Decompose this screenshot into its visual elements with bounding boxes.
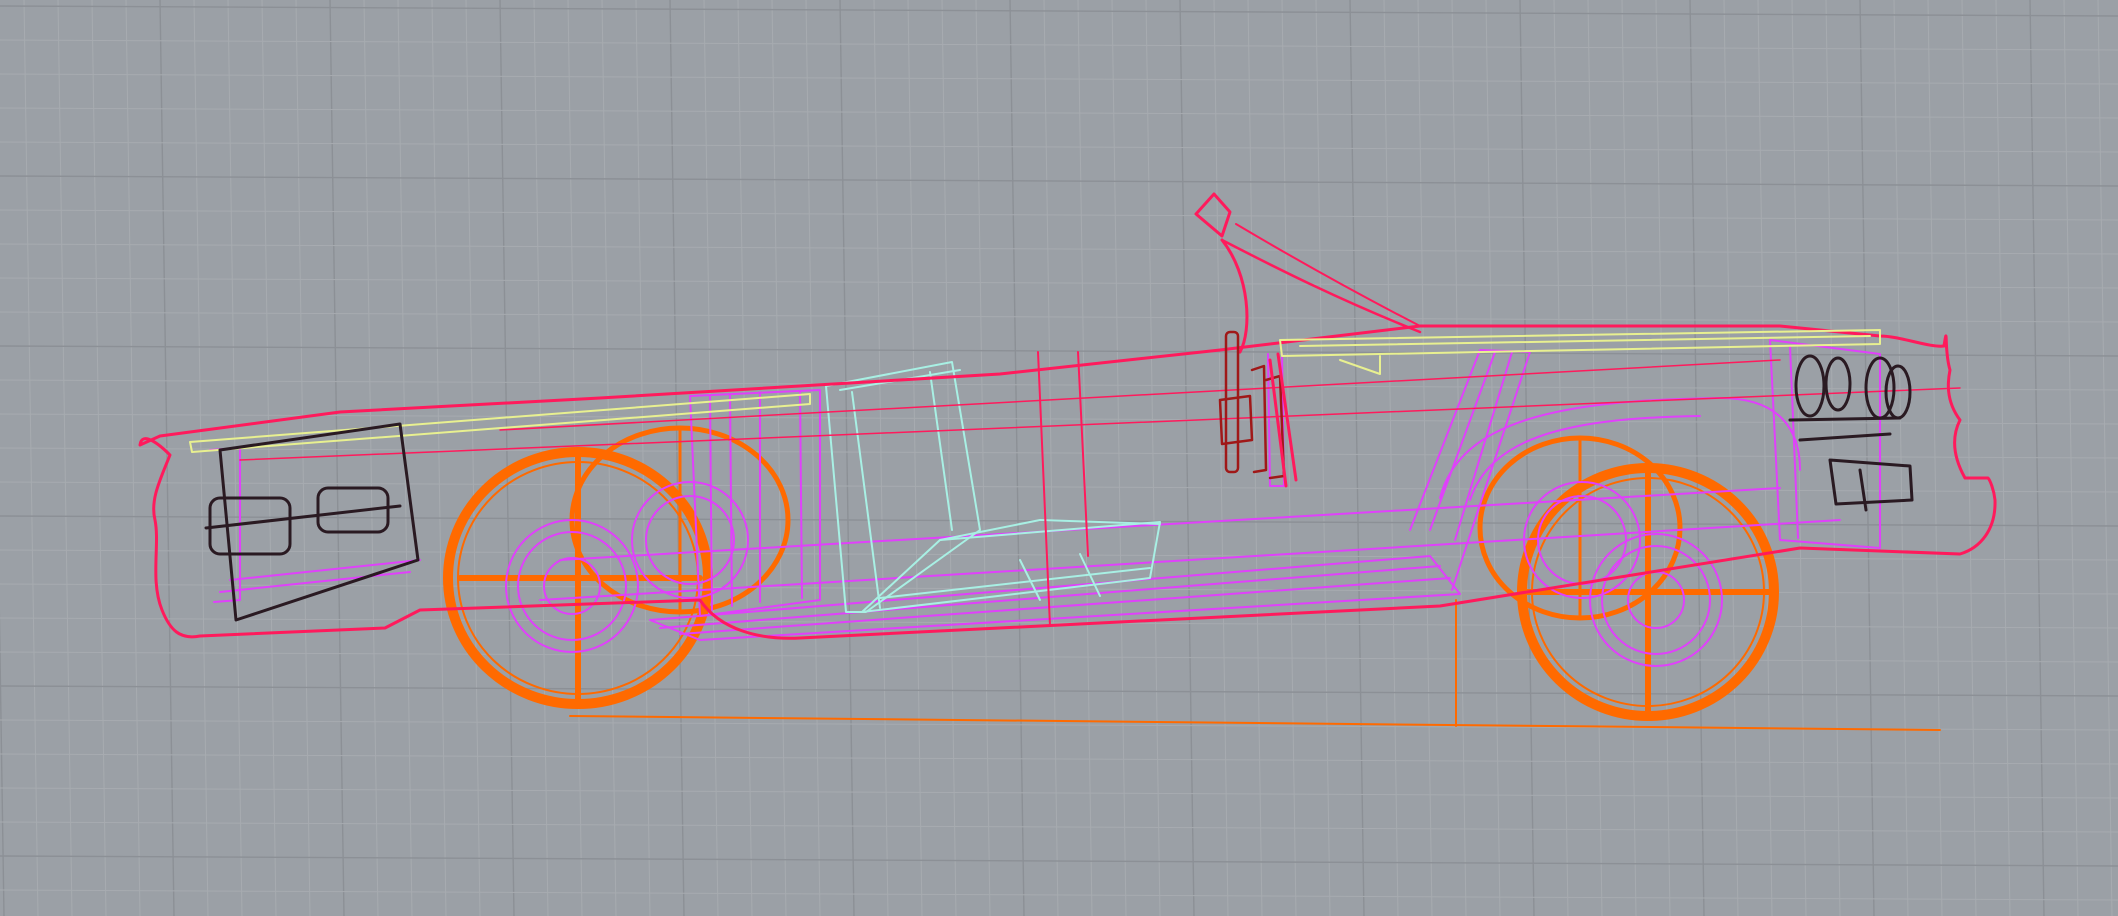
grid-line-minor: [363, 0, 379, 916]
grid-line-minor: [0, 39, 2118, 51]
grid-line-minor: [635, 0, 651, 916]
grid-line-major: [1519, 0, 1535, 916]
grid-line-minor: [465, 0, 481, 916]
grid-line-major: [0, 685, 2118, 697]
grid-line-major: [0, 5, 2118, 17]
grid-line-minor: [91, 0, 107, 916]
grid-line-minor: [0, 379, 2118, 391]
grid-line-minor: [1927, 0, 1943, 916]
grid-line-minor: [193, 0, 209, 916]
grid-line-minor: [1145, 0, 1161, 916]
grid-line-minor: [0, 821, 2118, 833]
3d-viewport[interactable]: [0, 0, 2118, 916]
grid-line-minor: [907, 0, 923, 916]
grid-line-major: [839, 0, 855, 916]
grid-line-minor: [1757, 0, 1773, 916]
grid-line-major: [1689, 0, 1705, 916]
rear-wheels[interactable]: [443, 425, 791, 709]
grid-line-minor: [771, 0, 787, 916]
grid-line-minor: [1043, 0, 1059, 916]
grid-line-minor: [1893, 0, 1909, 916]
grid-line-minor: [941, 0, 957, 916]
grid-line-minor: [0, 481, 2118, 493]
grid-line-minor: [1621, 0, 1637, 916]
grid-line-minor: [1417, 0, 1433, 916]
grid-line-minor: [125, 0, 141, 916]
grid-line-minor: [0, 209, 2118, 221]
grid-line-minor: [57, 0, 73, 916]
grid-line-minor: [1315, 0, 1331, 916]
grid-line-minor: [0, 243, 2118, 255]
grid-line-minor: [0, 73, 2118, 85]
grid-line-minor: [1723, 0, 1739, 916]
viewport-canvas[interactable]: [0, 0, 2118, 916]
grid-line-major: [1349, 0, 1365, 916]
grid-line-minor: [1825, 0, 1841, 916]
grid-line-minor: [805, 0, 821, 916]
grid-line-minor: [0, 753, 2118, 765]
front-grille[interactable]: [1788, 354, 1914, 512]
grid-line-minor: [1247, 0, 1263, 916]
grid-line-minor: [975, 0, 991, 916]
grid-line-minor: [0, 107, 2118, 119]
grid-line-minor: [0, 277, 2118, 289]
grid-line-minor: [1451, 0, 1467, 916]
grid-line-minor: [431, 0, 447, 916]
grid-line-major: [1009, 0, 1025, 916]
grid-line-minor: [23, 0, 39, 916]
grid-line-major: [0, 608, 5, 916]
grid-line-major: [329, 0, 345, 916]
grid-line-major: [499, 0, 515, 916]
grid-line-major: [0, 175, 2118, 187]
grid-line-minor: [873, 0, 889, 916]
car-wireframe-model[interactable]: [138, 192, 1997, 731]
grid-line-minor: [0, 787, 2118, 799]
grid-line-minor: [1961, 0, 1977, 916]
grid-line-minor: [1587, 0, 1603, 916]
grid-line-major: [1859, 0, 1875, 916]
grid-line-minor: [0, 651, 2118, 663]
grid-line-major: [0, 855, 2118, 867]
grid-line-minor: [0, 141, 2118, 153]
grid-line-minor: [1383, 0, 1399, 916]
grid-line-minor: [1553, 0, 1569, 916]
grid-line-minor: [0, 311, 2118, 323]
grid-line-major: [0, 345, 2118, 357]
grid-line-minor: [0, 889, 2118, 901]
grid-line-minor: [737, 0, 753, 916]
grid-line-major: [159, 0, 175, 916]
grid-line-major: [1179, 0, 1195, 916]
grid-line-minor: [1995, 0, 2011, 916]
grid-line-major: [669, 0, 685, 916]
grid-line-minor: [1111, 0, 1127, 916]
grid-line-minor: [1655, 0, 1671, 916]
grid-line-minor: [1077, 0, 1093, 916]
